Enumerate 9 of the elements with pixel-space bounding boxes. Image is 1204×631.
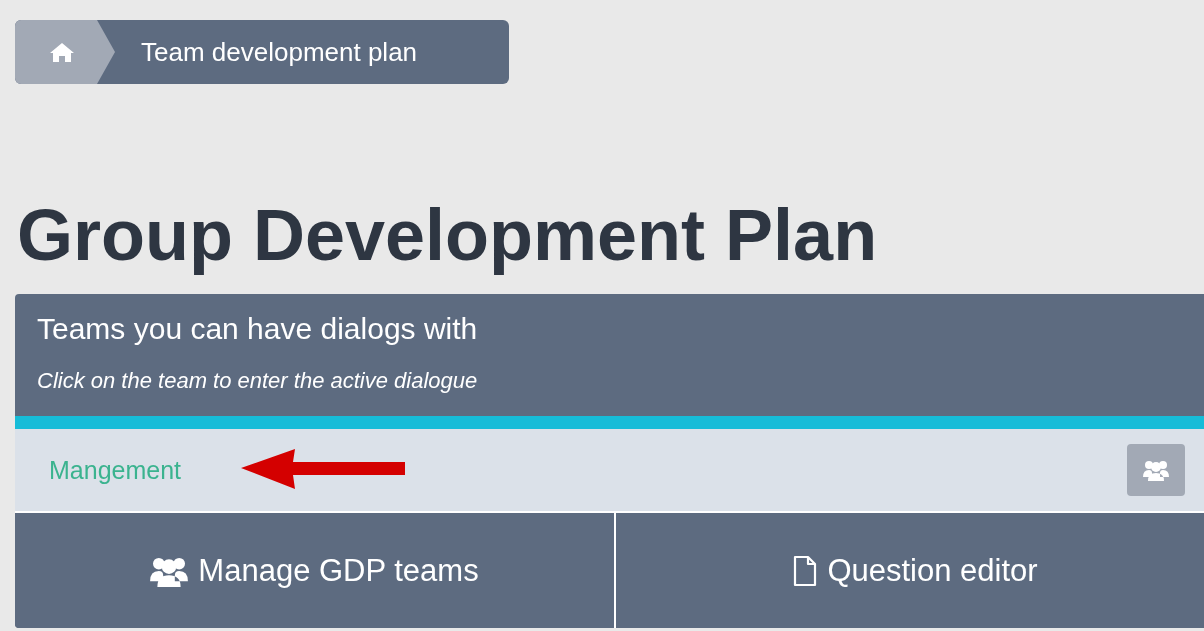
- panel-heading: Teams you can have dialogs with: [37, 312, 479, 346]
- home-icon: [49, 41, 75, 63]
- breadcrumb-current: Team development plan: [140, 35, 418, 69]
- panel-subheading: Click on the team to enter the active dialogue: [37, 368, 479, 394]
- document-icon: [793, 554, 818, 587]
- users-icon: [1143, 459, 1169, 481]
- home-link[interactable]: [15, 20, 115, 84]
- action-button[interactable]: Manage GDP teams: [15, 513, 616, 628]
- page-title: Group Development Plan: [17, 194, 879, 276]
